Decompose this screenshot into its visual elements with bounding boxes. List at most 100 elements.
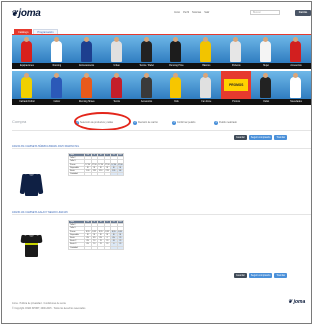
top-actions: Guardar Seguir comprando Tramitar	[234, 135, 288, 140]
shirt-body	[25, 174, 38, 196]
athlete-figure	[80, 77, 92, 98]
athlete-figure	[170, 77, 182, 98]
category-label: Running Shoes	[71, 99, 102, 105]
category-label: Porteros	[221, 63, 252, 69]
athlete-figure	[50, 77, 62, 98]
step-4[interactable]: 4 Pedido realizado	[214, 120, 237, 125]
athlete-head	[293, 73, 299, 78]
athlete-figure	[20, 41, 32, 62]
step-4-number: 4	[214, 120, 218, 125]
product-header[interactable]: 100230.101 CAMISETA GALAXY NEGRO LIMA M/…	[12, 211, 311, 215]
category-tile[interactable]: Running	[41, 35, 72, 71]
category-label: Promos	[221, 99, 252, 105]
cart-button[interactable]: Carrito	[295, 10, 311, 16]
category-label: Indoor	[41, 99, 72, 105]
footer-links: Joma · Política de privacidad · Condicio…	[12, 302, 162, 312]
category-tile[interactable]: Outlet	[251, 71, 282, 107]
category-tile[interactable]: Equipaciones	[12, 35, 42, 71]
athlete-figure	[20, 77, 32, 98]
shirt-body	[25, 235, 38, 257]
category-tile[interactable]: Fan Zone	[191, 71, 222, 107]
product-image[interactable]	[19, 172, 44, 196]
category-label: Tennis / Padel	[131, 63, 162, 69]
product-header[interactable]: 100234.331 CAMISETA TÉRMICA BRAZIL PAVO …	[12, 145, 311, 149]
highlight-circle	[74, 112, 131, 131]
athlete-head	[23, 37, 29, 42]
quantity-input[interactable]	[116, 172, 124, 177]
category-label: Fan Zone	[191, 99, 222, 105]
save-button-top[interactable]: Guardar	[234, 135, 247, 140]
athlete-head	[83, 37, 89, 42]
athlete-head	[53, 73, 59, 78]
category-tile[interactable]: Novedades	[281, 71, 311, 107]
category-label: Outlet	[251, 99, 282, 105]
athlete-figure	[110, 77, 122, 98]
continue-shopping-button-top[interactable]: Seguir comprando	[248, 135, 273, 140]
category-tile[interactable]: Kids	[161, 71, 192, 107]
athlete-figure	[200, 77, 212, 98]
category-tile[interactable]: Tennis	[101, 71, 132, 107]
top-link-salir[interactable]: Salir	[204, 11, 209, 15]
continue-shopping-button-bottom[interactable]: Seguir comprando	[248, 273, 273, 278]
athlete-figure	[110, 41, 122, 62]
category-label: Novedades	[281, 99, 311, 105]
product-image[interactable]	[20, 233, 43, 257]
athlete-figure	[140, 77, 152, 98]
athlete-figure	[80, 41, 92, 62]
save-button-bottom[interactable]: Guardar	[234, 273, 247, 278]
joma-logo[interactable]: ❦joma	[11, 8, 41, 19]
promo-badge: PROMOS	[224, 79, 249, 91]
athlete-head	[293, 37, 299, 42]
category-tile[interactable]: Urban	[101, 35, 132, 71]
step-2[interactable]: 2 Revisión de carrito	[133, 120, 158, 125]
category-tile[interactable]: Accesorios	[131, 71, 162, 107]
category-tile[interactable]: Porteros	[221, 35, 252, 71]
athlete-figure	[290, 41, 302, 62]
athlete-figure	[50, 41, 62, 62]
athlete-head	[113, 37, 119, 42]
step-3[interactable]: 3 Confirmar pedido	[172, 120, 195, 125]
checkout-button-top[interactable]: Tramitar	[274, 135, 288, 140]
category-label: Running Price	[161, 63, 192, 69]
quantity-input[interactable]	[116, 245, 124, 250]
top-link-perfil[interactable]: Perfil	[183, 11, 189, 15]
category-tile[interactable]: Básicos	[191, 35, 222, 71]
athlete-head	[83, 73, 89, 78]
step-2-number: 2	[133, 120, 137, 125]
category-tile[interactable]: Calzado Fútbol	[12, 71, 42, 107]
category-label: Urban	[101, 63, 132, 69]
athlete-head	[113, 73, 119, 78]
category-tile[interactable]: PROMOS Promos	[221, 71, 252, 107]
category-tile[interactable]: Tennis / Padel	[131, 35, 162, 71]
category-label: Tennis	[101, 99, 132, 105]
category-tile[interactable]: Entrenamiento	[71, 35, 102, 71]
athlete-figure	[260, 41, 272, 62]
size-table: Talla XS S M L XL XXL Talla 2 Talla 3 Precio 8,95 8…	[68, 219, 124, 250]
row-label: Cantidad	[68, 245, 85, 250]
footer-logo[interactable]: ❦ joma	[288, 299, 305, 305]
joma-mark-icon: ❦	[11, 9, 18, 18]
category-label: Entrenamiento	[71, 63, 102, 69]
checkout-button-bottom[interactable]: Tramitar	[274, 273, 288, 278]
search-input[interactable]: Buscar	[250, 10, 280, 15]
top-link-noticias[interactable]: Noticias	[192, 11, 201, 15]
footer-logo-text: joma	[293, 299, 306, 305]
athlete-figure	[140, 41, 152, 62]
category-tile[interactable]: Running Price	[161, 35, 192, 71]
category-tile[interactable]: Indoor	[41, 71, 72, 107]
step-3-number: 3	[172, 120, 176, 125]
divider	[12, 130, 311, 131]
step-4-label: Pedido realizado	[219, 121, 237, 124]
category-tile[interactable]: Running Shoes	[71, 71, 102, 107]
category-tile[interactable]: Mujer	[251, 35, 282, 71]
bottom-actions: Guardar Seguir comprando Tramitar	[234, 273, 288, 278]
category-label: Running	[41, 63, 72, 69]
category-tile[interactable]: Accesorios	[281, 35, 311, 71]
athlete-figure	[290, 77, 302, 98]
top-link-inicio[interactable]: Inicio	[174, 11, 180, 15]
athlete-head	[143, 37, 149, 42]
category-grid: Equipaciones Running Entrenamiento Urban Ten…	[12, 35, 311, 107]
athlete-figure	[170, 41, 182, 62]
category-label: Accesorios	[131, 99, 162, 105]
shirt-stripe	[25, 243, 38, 245]
